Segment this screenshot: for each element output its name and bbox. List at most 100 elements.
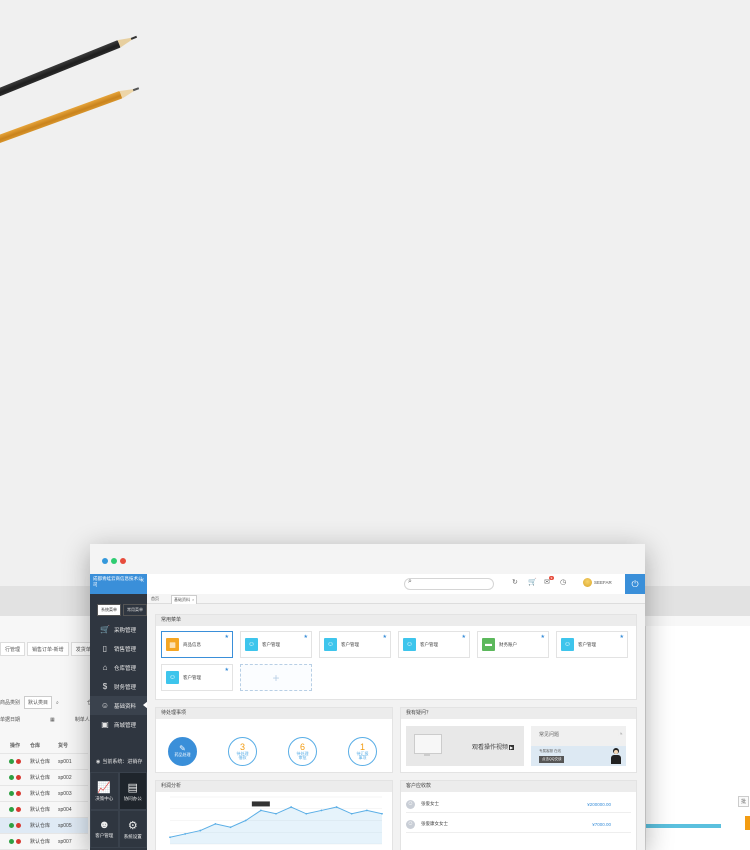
sidebar-tabs: 系统菜单 常用菜单 bbox=[97, 604, 147, 616]
chart-point[interactable] bbox=[275, 812, 277, 815]
add-icon[interactable] bbox=[9, 839, 14, 844]
add-shortcut-button[interactable]: + bbox=[240, 664, 312, 691]
video-tutorial-card[interactable]: 观看操作视频 ▶ bbox=[406, 726, 524, 766]
date-input[interactable] bbox=[24, 717, 46, 723]
faq-card[interactable]: 常见问题 ◔ 专属客服 在线 点击QQ交谈 bbox=[531, 726, 626, 766]
star-icon[interactable]: ★ bbox=[304, 634, 308, 640]
add-icon[interactable] bbox=[9, 823, 14, 828]
chart-point[interactable] bbox=[305, 812, 308, 815]
star-icon[interactable]: ★ bbox=[541, 634, 545, 640]
cart-icon[interactable]: 🛒 bbox=[528, 578, 537, 586]
close-icon[interactable]: × bbox=[192, 597, 194, 602]
chart-point[interactable] bbox=[229, 826, 232, 829]
tab-common-menu[interactable]: 常用菜单 bbox=[123, 604, 147, 616]
table-cell: sp001 bbox=[58, 758, 72, 765]
table-row[interactable]: 默认仓库 sp004 bbox=[0, 802, 88, 818]
background-tab[interactable]: 行管理 bbox=[0, 642, 26, 656]
window-dot-blue[interactable] bbox=[102, 558, 108, 564]
qq-chat-button[interactable]: 点击QQ交谈 bbox=[539, 756, 565, 763]
search-icon[interactable]: ⌕ bbox=[56, 700, 59, 706]
list-item[interactable]: ☺ 张俊康女女士 ¥7000.00 bbox=[406, 816, 631, 833]
background-tab[interactable]: 销售订单-新增 bbox=[27, 642, 69, 656]
star-icon[interactable]: ★ bbox=[225, 667, 229, 673]
user-icon: ☺ bbox=[406, 799, 415, 809]
power-button[interactable]: ⏻ bbox=[625, 574, 645, 594]
table-row[interactable]: 默认仓库 sp003 bbox=[0, 786, 88, 802]
chart-point[interactable] bbox=[290, 806, 293, 808]
window-dot-red[interactable] bbox=[120, 558, 126, 564]
todo-item[interactable]: 6 待处理 审批 bbox=[288, 737, 317, 766]
shortcut-finance-account[interactable]: ▬ 财务账户 ★ bbox=[477, 631, 549, 658]
todo-item[interactable]: 1 待汇报 事项 bbox=[348, 737, 377, 766]
search-input[interactable]: ⌕ bbox=[404, 578, 494, 590]
batch-button[interactable]: 批 bbox=[737, 796, 749, 807]
table-cell: sp002 bbox=[58, 774, 72, 781]
table-cell: 默认仓库 bbox=[30, 759, 51, 765]
sidebar-item-finance[interactable]: $ 财务管理 bbox=[90, 677, 147, 696]
shortcut-customer[interactable]: ☺ 客户管理 ★ bbox=[240, 631, 312, 658]
clock-icon[interactable]: ◷ bbox=[560, 578, 566, 586]
side-marker bbox=[745, 816, 750, 830]
table-row[interactable]: 默认仓库 sp005 bbox=[0, 818, 88, 834]
chart-point[interactable] bbox=[320, 809, 323, 812]
shortcut-customer[interactable]: ☺ 客户管理 ★ bbox=[556, 631, 628, 658]
module-customer[interactable]: ☻ 客户管理 bbox=[90, 810, 119, 848]
chart-point[interactable] bbox=[214, 822, 217, 825]
tab-home[interactable]: 首页 bbox=[149, 595, 161, 603]
chart-point[interactable] bbox=[381, 812, 383, 815]
star-icon[interactable]: ★ bbox=[383, 634, 387, 640]
username[interactable]: SEEFAR bbox=[594, 580, 612, 585]
chart-point[interactable] bbox=[335, 806, 338, 808]
window-dot-green[interactable] bbox=[111, 558, 117, 564]
calendar-icon[interactable]: ▦ bbox=[50, 717, 55, 723]
delete-icon[interactable] bbox=[16, 759, 21, 764]
star-icon[interactable]: ★ bbox=[225, 634, 229, 640]
todo-item[interactable]: ✎ 药品处理 bbox=[168, 737, 197, 766]
tab-basic-data[interactable]: 基础资料 × bbox=[171, 595, 198, 604]
sidebar-item-store[interactable]: ▣ 商城管理 bbox=[90, 715, 147, 734]
add-icon[interactable] bbox=[9, 759, 14, 764]
add-icon[interactable] bbox=[9, 807, 14, 812]
table-row[interactable]: 默认仓库 sp007 bbox=[0, 834, 88, 850]
list-item[interactable]: ☺ 张俊女士 ¥200000.00 bbox=[406, 796, 631, 813]
sidebar-item-purchase[interactable]: 🛒 采购管理 bbox=[90, 620, 147, 639]
shortcut-customer[interactable]: ☺ 客户管理 ★ bbox=[398, 631, 470, 658]
shortcut-customer[interactable]: ☺ 客户管理 ★ bbox=[319, 631, 391, 658]
todo-item[interactable]: 3 待处理 借款 bbox=[228, 737, 257, 766]
chart-point[interactable] bbox=[199, 829, 202, 832]
sidebar-item-warehouse[interactable]: ⌂ 仓库管理 bbox=[90, 658, 147, 677]
sidebar-item-basic-data[interactable]: ☺ 基础资料 bbox=[90, 696, 148, 715]
delete-icon[interactable] bbox=[16, 807, 21, 812]
refresh-icon[interactable]: ↻ bbox=[512, 578, 518, 586]
chart-point[interactable] bbox=[365, 809, 368, 812]
sidebar-item-sales[interactable]: ▯ 销售管理 bbox=[90, 639, 147, 658]
tab-system-menu[interactable]: 系统菜单 bbox=[97, 604, 121, 616]
delete-icon[interactable] bbox=[16, 839, 21, 844]
add-icon[interactable] bbox=[9, 791, 14, 796]
collapse-icon[interactable]: « bbox=[140, 577, 144, 583]
table-row[interactable]: 默认仓库 sp002 bbox=[0, 770, 88, 786]
star-icon[interactable]: ★ bbox=[620, 634, 624, 640]
delete-icon[interactable] bbox=[16, 775, 21, 780]
column-header: 货号 bbox=[58, 743, 69, 749]
module-settings[interactable]: ⚙ 系统设置 bbox=[118, 810, 147, 848]
avatar[interactable] bbox=[583, 578, 592, 587]
module-decision-center[interactable]: 📈 决策中心 bbox=[90, 772, 119, 810]
chart-point[interactable] bbox=[244, 819, 247, 822]
service-agent-icon bbox=[611, 748, 621, 764]
table-row[interactable]: 默认仓库 sp001 bbox=[0, 754, 88, 770]
delete-icon[interactable] bbox=[16, 823, 21, 828]
delete-icon[interactable] bbox=[16, 791, 21, 796]
chart-point[interactable] bbox=[259, 809, 262, 812]
sidebar-item-label: 仓库管理 bbox=[114, 665, 137, 672]
category-select[interactable]: 默认类目 bbox=[24, 696, 53, 709]
star-icon[interactable]: ★ bbox=[462, 634, 466, 640]
add-icon[interactable] bbox=[9, 775, 14, 780]
module-office[interactable]: ▤ 协同办公 bbox=[118, 772, 147, 810]
shortcut-product-info[interactable]: ▦ 商品信息 ★ bbox=[161, 631, 233, 658]
chart-point[interactable] bbox=[184, 833, 187, 835]
shortcut-customer[interactable]: ☺ 客户管理 ★ bbox=[161, 664, 233, 691]
sidebar-item-label: 商城管理 bbox=[114, 722, 137, 729]
chart-point[interactable] bbox=[169, 836, 171, 839]
chart-point[interactable] bbox=[350, 812, 353, 815]
